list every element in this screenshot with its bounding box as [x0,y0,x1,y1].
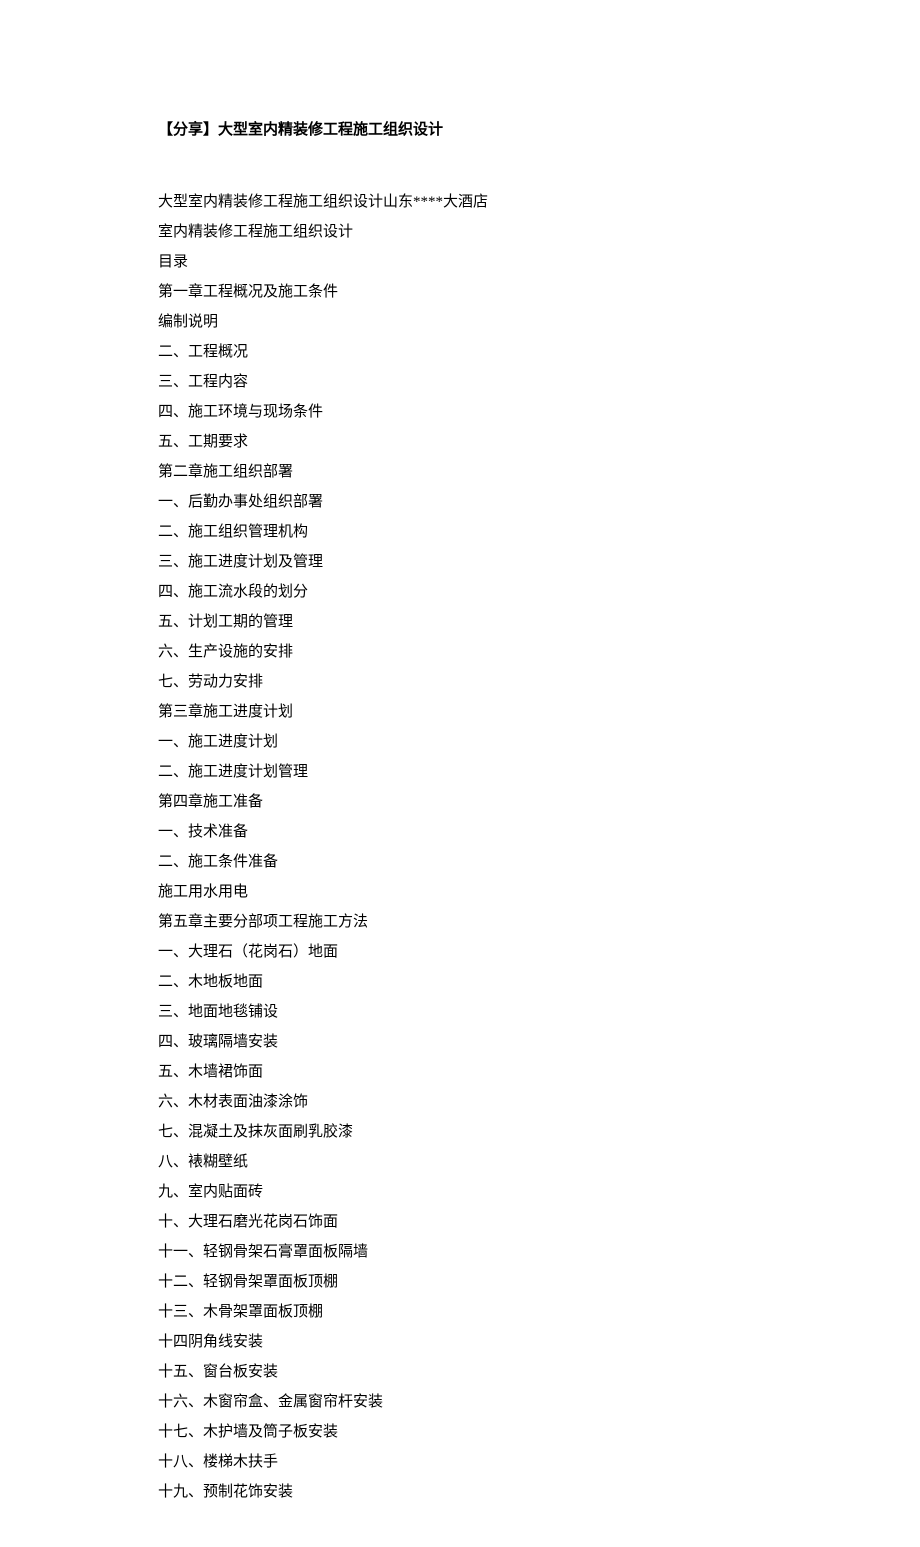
content-line: 一、施工进度计划 [158,727,762,757]
content-line: 施工用水用电 [158,877,762,907]
content-line: 六、木材表面油漆涂饰 [158,1087,762,1117]
content-line: 十四阴角线安装 [158,1327,762,1357]
content-line: 十九、预制花饰安装 [158,1477,762,1507]
document-content: 大型室内精装修工程施工组织设计山东****大酒店 室内精装修工程施工组织设计 目… [158,187,762,1507]
content-line: 三、工程内容 [158,367,762,397]
content-line: 大型室内精装修工程施工组织设计山东****大酒店 [158,187,762,217]
content-line: 四、施工流水段的划分 [158,577,762,607]
content-line: 一、技术准备 [158,817,762,847]
content-line: 二、工程概况 [158,337,762,367]
content-line: 二、施工组织管理机构 [158,517,762,547]
content-line: 六、生产设施的安排 [158,637,762,667]
content-line: 八、裱糊壁纸 [158,1147,762,1177]
content-line: 第四章施工准备 [158,787,762,817]
content-line: 五、木墙裙饰面 [158,1057,762,1087]
content-line: 十一、轻钢骨架石膏罩面板隔墙 [158,1237,762,1267]
content-line: 十八、楼梯木扶手 [158,1447,762,1477]
content-line: 第三章施工进度计划 [158,697,762,727]
content-line: 第二章施工组织部署 [158,457,762,487]
content-line: 二、施工条件准备 [158,847,762,877]
content-line: 三、施工进度计划及管理 [158,547,762,577]
content-line: 十三、木骨架罩面板顶棚 [158,1297,762,1327]
content-line: 十二、轻钢骨架罩面板顶棚 [158,1267,762,1297]
content-line: 室内精装修工程施工组织设计 [158,217,762,247]
content-line: 一、大理石（花岗石）地面 [158,937,762,967]
content-line: 三、地面地毯铺设 [158,997,762,1027]
content-line: 二、木地板地面 [158,967,762,997]
content-line: 目录 [158,247,762,277]
content-line: 编制说明 [158,307,762,337]
content-line: 五、计划工期的管理 [158,607,762,637]
content-line: 十、大理石磨光花岗石饰面 [158,1207,762,1237]
content-line: 二、施工进度计划管理 [158,757,762,787]
content-line: 第一章工程概况及施工条件 [158,277,762,307]
content-line: 十七、木护墙及筒子板安装 [158,1417,762,1447]
content-line: 第五章主要分部项工程施工方法 [158,907,762,937]
content-line: 五、工期要求 [158,427,762,457]
content-line: 十六、木窗帘盒、金属窗帘杆安装 [158,1387,762,1417]
content-line: 四、玻璃隔墙安装 [158,1027,762,1057]
content-line: 九、室内贴面砖 [158,1177,762,1207]
document-title: 【分享】大型室内精装修工程施工组织设计 [158,118,762,139]
content-line: 四、施工环境与现场条件 [158,397,762,427]
content-line: 七、劳动力安排 [158,667,762,697]
content-line: 七、混凝土及抹灰面刷乳胶漆 [158,1117,762,1147]
content-line: 一、后勤办事处组织部署 [158,487,762,517]
content-line: 十五、窗台板安装 [158,1357,762,1387]
